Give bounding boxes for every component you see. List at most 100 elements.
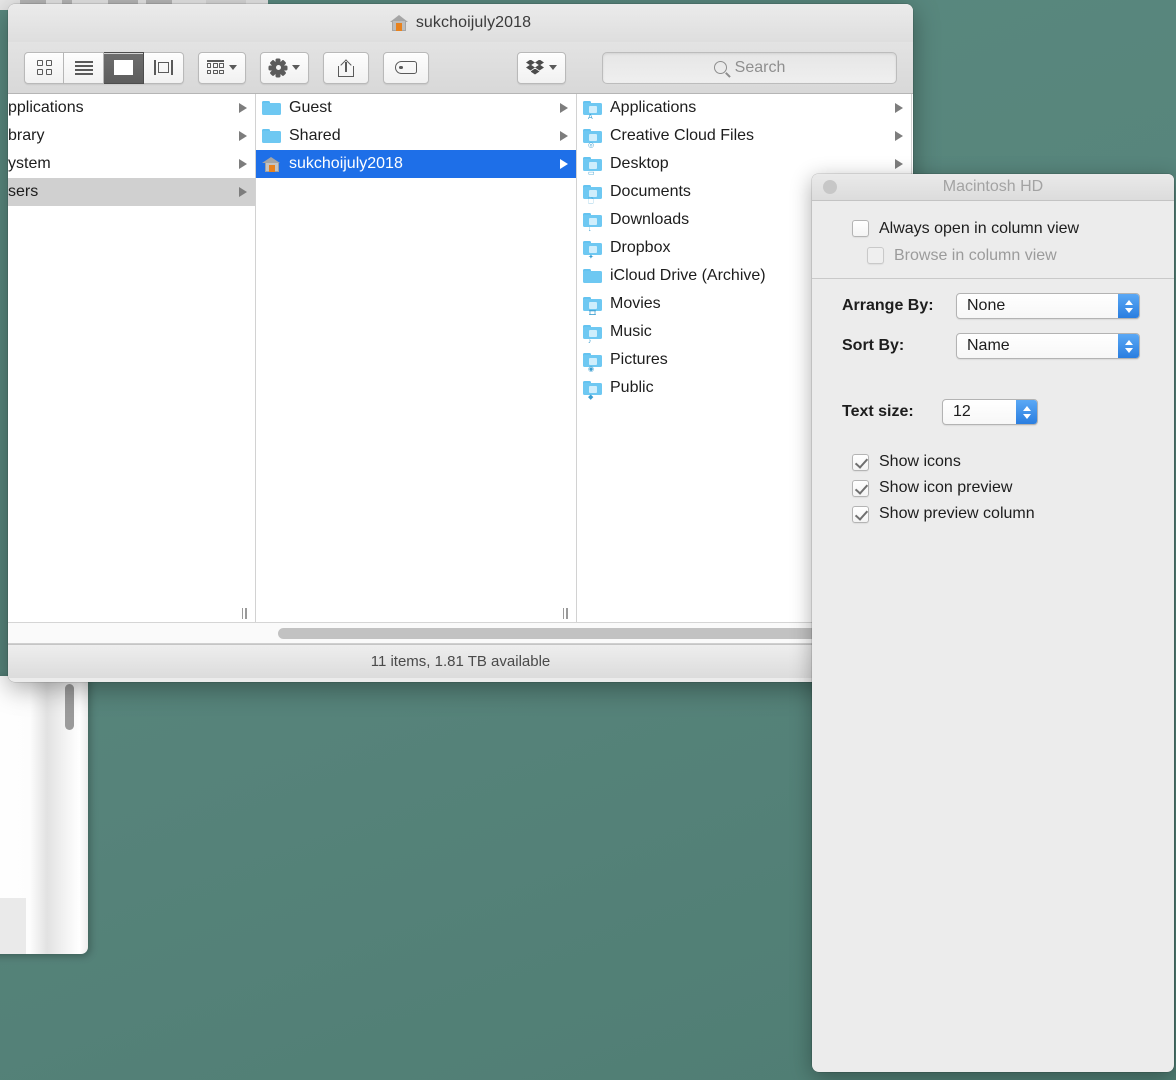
search-placeholder: Search xyxy=(734,58,786,76)
chevron-right-icon xyxy=(560,131,568,141)
text-size-stepper[interactable]: 12 xyxy=(942,399,1038,425)
list-item-guest[interactable]: Guest xyxy=(256,94,576,122)
action-menu-button[interactable] xyxy=(260,51,309,84)
tag-icon xyxy=(395,61,417,74)
always-open-column-view-checkbox[interactable] xyxy=(852,220,869,237)
chevron-right-icon xyxy=(895,103,903,113)
share-button[interactable] xyxy=(323,51,369,84)
dropbox-button[interactable] xyxy=(517,51,566,84)
chevron-right-icon xyxy=(895,159,903,169)
item-label: pplications xyxy=(8,99,84,116)
browse-column-view-row: Browse in column view xyxy=(812,242,1174,269)
item-label: sukchoijuly2018 xyxy=(289,155,403,172)
text-size-value: 12 xyxy=(953,403,971,420)
icon-view-button[interactable] xyxy=(24,51,64,84)
background-window[interactable] xyxy=(0,676,88,954)
column-view-button[interactable] xyxy=(104,51,144,84)
coverflow-icon xyxy=(153,60,175,75)
show-icon-preview-row[interactable]: Show icon preview xyxy=(812,475,1174,501)
list-item-users[interactable]: sers xyxy=(8,178,255,206)
chevron-down-icon xyxy=(549,65,557,70)
window-title: sukchoijuly2018 xyxy=(415,14,532,31)
gallery-view-button[interactable] xyxy=(144,51,184,84)
home-folder-icon xyxy=(262,156,281,172)
share-icon xyxy=(338,59,354,77)
show-preview-column-checkbox[interactable] xyxy=(852,505,869,523)
finder-toolbar[interactable]: Search xyxy=(8,42,913,94)
background-window-panel xyxy=(0,898,26,954)
grid-icon xyxy=(36,60,52,75)
home-icon xyxy=(389,14,408,32)
item-label: sers xyxy=(8,183,39,200)
show-icons-checkbox[interactable] xyxy=(852,453,869,471)
background-window-scrollbar[interactable] xyxy=(65,684,74,730)
dialog-titlebar[interactable]: Macintosh HD xyxy=(812,174,1174,201)
arrange-by-value: None xyxy=(967,297,1006,314)
status-text: 11 items, 1.81 TB available xyxy=(370,653,551,670)
chevron-down-icon xyxy=(229,65,237,70)
list-item-creative-cloud-files[interactable]: ◎ Creative Cloud Files xyxy=(577,122,911,150)
column-browser[interactable]: pplications brary ystem sers Guest Share… xyxy=(8,94,913,622)
list-item[interactable]: brary xyxy=(8,122,255,150)
sort-by-stepper-icon[interactable] xyxy=(1118,334,1139,358)
text-size-stepper-icon[interactable] xyxy=(1016,400,1037,424)
always-open-column-view-label: Always open in column view xyxy=(879,219,1080,237)
search-icon xyxy=(713,61,727,74)
column-resize-grip[interactable] xyxy=(558,604,572,622)
sort-by-select[interactable]: Name xyxy=(956,333,1140,359)
view-mode-segmented-control[interactable] xyxy=(24,51,184,84)
chevron-right-icon xyxy=(239,159,247,169)
tag-button[interactable] xyxy=(383,51,429,84)
divider xyxy=(812,278,1174,279)
list-icon xyxy=(74,61,93,75)
item-label: Shared xyxy=(289,127,341,144)
finder-window[interactable]: sukchoijuly2018 Search pplications brary… xyxy=(8,4,913,682)
chevron-right-icon xyxy=(560,103,568,113)
arrange-by-stepper-icon[interactable] xyxy=(1118,294,1139,318)
column-resize-grip[interactable] xyxy=(237,604,251,622)
dropbox-icon xyxy=(526,59,544,76)
folder-creativecloud-icon: ◎ xyxy=(583,128,602,149)
item-label: ystem xyxy=(8,155,51,172)
arrange-by-label: Arrange By: xyxy=(842,297,934,314)
show-icons-row[interactable]: Show icons xyxy=(812,449,1174,475)
arrange-by-select[interactable]: None xyxy=(956,293,1140,319)
list-item-sukchoijuly2018[interactable]: sukchoijuly2018 xyxy=(256,150,576,178)
sort-by-row[interactable]: Sort By: Name xyxy=(812,333,1174,359)
chevron-right-icon xyxy=(895,131,903,141)
text-size-row[interactable]: Text size: 12 xyxy=(812,399,1174,425)
search-input[interactable]: Search xyxy=(602,51,897,84)
item-label: Guest xyxy=(289,99,332,116)
column-icon xyxy=(114,60,133,75)
folder-movies-icon: 🎞 xyxy=(583,296,602,317)
list-item-applications[interactable]: A Applications xyxy=(577,94,911,122)
chevron-right-icon xyxy=(560,159,568,169)
sort-by-label: Sort By: xyxy=(842,337,905,354)
arrange-by-row[interactable]: Arrange By: None xyxy=(812,293,1174,319)
column-2[interactable]: Guest Shared sukchoijuly2018 xyxy=(256,94,577,622)
horizontal-scrollbar[interactable] xyxy=(8,622,913,644)
folder-desktop-icon: ▭ xyxy=(583,156,602,177)
finder-titlebar[interactable]: sukchoijuly2018 xyxy=(8,4,913,42)
view-options-dialog[interactable]: Macintosh HD Always open in column view … xyxy=(812,174,1174,1072)
list-item-shared[interactable]: Shared xyxy=(256,122,576,150)
show-icons-label: Show icons xyxy=(879,453,961,470)
show-icon-preview-checkbox[interactable] xyxy=(852,479,869,497)
column-1[interactable]: pplications brary ystem sers xyxy=(8,94,256,622)
text-size-label: Text size: xyxy=(842,403,914,420)
gear-icon xyxy=(268,58,288,77)
show-preview-column-row[interactable]: Show preview column xyxy=(812,501,1174,527)
folder-public-icon: ◆ xyxy=(583,380,602,401)
list-view-button[interactable] xyxy=(64,51,104,84)
list-item[interactable]: ystem xyxy=(8,150,255,178)
list-item[interactable]: pplications xyxy=(8,94,255,122)
arrange-button[interactable] xyxy=(198,51,246,84)
always-open-column-view-row[interactable]: Always open in column view xyxy=(812,215,1174,242)
folder-pictures-icon: ◉ xyxy=(583,352,602,373)
dialog-title: Macintosh HD xyxy=(942,178,1044,195)
sort-by-value: Name xyxy=(967,337,1010,354)
item-label: Desktop xyxy=(610,155,669,172)
item-label: Applications xyxy=(610,99,697,116)
arrange-icon xyxy=(207,60,224,75)
folder-applications-icon: A xyxy=(583,100,602,121)
